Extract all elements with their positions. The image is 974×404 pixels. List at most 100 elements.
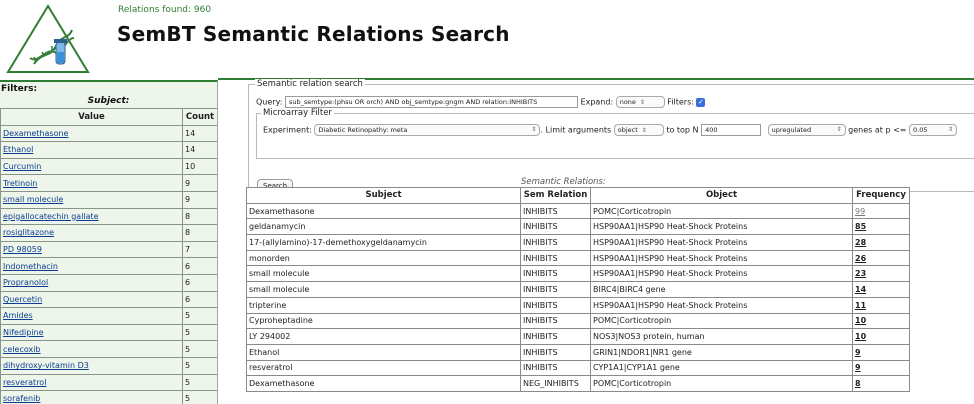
top-n-input[interactable]: 400 (701, 124, 762, 136)
filter-value-link[interactable]: dihydroxy-vitamin D3 (0, 356, 183, 375)
frequency-link[interactable]: 9 (852, 343, 910, 361)
filter-row: dihydroxy-vitamin D3 5 (0, 356, 217, 375)
frequency-link[interactable]: 11 (852, 296, 910, 314)
select-arrow-icon: ⇕ (836, 126, 842, 133)
filter-row: Amides 5 (0, 307, 217, 325)
experiment-select[interactable]: Diabetic Retinopathy: meta ⇕ (314, 124, 541, 136)
subject-cell: Cyproheptadine (246, 312, 521, 330)
filter-count: 10 (182, 157, 217, 176)
filter-row: Indomethacin 6 (0, 257, 217, 275)
filter-value-link[interactable]: rosiglitazone (0, 224, 183, 242)
object-cell: NOS3|NOS3 protein, human (590, 328, 853, 345)
table-row: Dexamethasone INHIBITS POMC|Corticotropin 9… (246, 202, 910, 220)
subject-filter-heading: Subject: (87, 96, 130, 106)
p-value-select[interactable]: 0.05 ⇕ (909, 124, 958, 136)
subject-cell: Dexamethasone (246, 202, 521, 220)
filter-count: 5 (182, 323, 217, 342)
subject-cell: Ethanol (246, 343, 521, 361)
frequency-link[interactable]: 26 (852, 249, 910, 267)
relation-cell: INHIBITS (520, 328, 591, 345)
filter-count: 5 (182, 307, 217, 325)
table-row: Cyproheptadine INHIBITS POMC|Corticotropin… (246, 312, 910, 330)
object-cell: POMC|Corticotropin (590, 375, 853, 392)
filter-row: Propranolol 6 (0, 273, 217, 292)
frequency-link[interactable]: 28 (852, 234, 910, 251)
filter-value-link[interactable]: celecoxib (0, 340, 183, 358)
frequency-link[interactable]: 9 (852, 359, 910, 377)
filter-value-link[interactable]: Propranolol (0, 273, 183, 292)
object-cell: HSP90AA1|HSP90 Heat-Shock Proteins (590, 296, 853, 314)
object-cell: HSP90AA1|HSP90 Heat-Shock Proteins (590, 249, 853, 267)
column-header-value: Value (0, 108, 183, 126)
results-caption: Semantic Relations: (521, 177, 606, 187)
relation-cell: INHIBITS (520, 281, 591, 298)
query-label: Query: (256, 97, 283, 107)
relation-cell: INHIBITS (520, 249, 591, 267)
sembt-logo (4, 2, 92, 74)
expand-select-value: none (619, 98, 636, 106)
query-row: Query: sub_semtype:(phsu OR orch) AND ob… (256, 96, 706, 108)
limit-arguments-select[interactable]: object ⇕ (613, 124, 664, 136)
relation-cell: INHIBITS (520, 312, 591, 330)
filter-value-link[interactable]: resveratrol (0, 373, 183, 392)
select-arrow-icon: ⇕ (531, 126, 537, 133)
top-n-label: to top N (666, 125, 699, 135)
filter-count: 7 (182, 240, 217, 259)
object-cell: HSP90AA1|HSP90 Heat-Shock Proteins (590, 218, 853, 236)
filter-count: 9 (182, 174, 217, 192)
filter-value-link[interactable]: epigallocatechin gallate (0, 207, 183, 226)
experiment-label: Experiment: (263, 125, 312, 135)
relation-cell: INHIBITS (520, 202, 591, 220)
table-row: tripterine INHIBITS HSP90AA1|HSP90 Heat-Sh… (246, 296, 910, 314)
filter-row: Tretinoin 9 (0, 174, 217, 192)
select-arrow-icon: ⇕ (948, 126, 954, 133)
frequency-link[interactable]: 10 (852, 328, 910, 345)
filter-value-link[interactable]: Nifedipine (0, 323, 183, 342)
filter-value-link[interactable]: Amides (0, 307, 183, 325)
relation-cell: INHIBITS (520, 234, 591, 251)
table-row: 17-(allylamino)-17-demethoxygeldanamycin… (246, 234, 910, 251)
subject-cell: resveratrol (246, 359, 521, 377)
filter-count: 14 (182, 124, 217, 143)
relation-cell: INHIBITS (520, 218, 591, 236)
filter-value-link[interactable]: Quercetin (0, 290, 183, 309)
filters-checkbox[interactable]: ✓ (696, 97, 706, 107)
expand-select[interactable]: none ⇕ (615, 96, 665, 108)
filter-value-link[interactable]: Curcumin (0, 157, 183, 176)
select-arrow-icon: ⇕ (641, 127, 647, 134)
p-value-label: genes at p <= (848, 125, 907, 135)
frequency-link[interactable]: 85 (852, 218, 910, 236)
filter-value-link[interactable]: PD 98059 (0, 240, 183, 259)
regulation-select[interactable]: upregulated ⇕ (767, 124, 846, 136)
filters-title: Filters: (1, 84, 38, 94)
column-header-subject: Subject (246, 187, 521, 204)
object-cell: HSP90AA1|HSP90 Heat-Shock Proteins (590, 265, 853, 283)
filter-value-link[interactable]: Indomethacin (0, 257, 183, 275)
table-row: monorden INHIBITS HSP90AA1|HSP90 Heat-Shoc… (246, 249, 910, 267)
query-input[interactable]: sub_semtype:(phsu OR orch) AND obj_semty… (284, 96, 578, 108)
column-header-frequency: Frequency (852, 187, 910, 204)
filter-value-link[interactable]: Tretinoin (0, 174, 183, 192)
subject-cell: Dexamethasone (246, 375, 521, 392)
frequency-link[interactable]: 8 (852, 375, 910, 392)
relation-cell: INHIBITS (520, 296, 591, 314)
frequency-link[interactable]: 10 (852, 312, 910, 330)
frequency-link[interactable]: 23 (852, 265, 910, 283)
filter-count: 8 (182, 207, 217, 226)
filter-count: 5 (182, 340, 217, 358)
regulation-select-value: upregulated (771, 126, 812, 134)
filter-value-link[interactable]: small molecule (0, 190, 183, 209)
filter-value-link[interactable]: Ethanol (0, 141, 183, 159)
frequency-link[interactable]: 99 (852, 202, 910, 220)
subject-filter-table: Value Count Dexamethasone 14 Ethanol 14 Cu… (0, 108, 217, 404)
column-header-object: Object (590, 187, 853, 204)
table-row: small molecule INHIBITS BIRC4|BIRC4 gene 14 (246, 281, 910, 298)
table-row: small molecule INHIBITS HSP90AA1|HSP90 Hea… (246, 265, 910, 283)
object-cell: BIRC4|BIRC4 gene (590, 281, 853, 298)
frequency-link[interactable]: 14 (852, 281, 910, 298)
filter-value-link[interactable]: sorafenib (0, 390, 183, 404)
filter-row: resveratrol 5 (0, 373, 217, 392)
filter-value-link[interactable]: Dexamethasone (0, 124, 183, 143)
object-cell: POMC|Corticotropin (590, 202, 853, 220)
filter-count: 5 (182, 356, 217, 375)
